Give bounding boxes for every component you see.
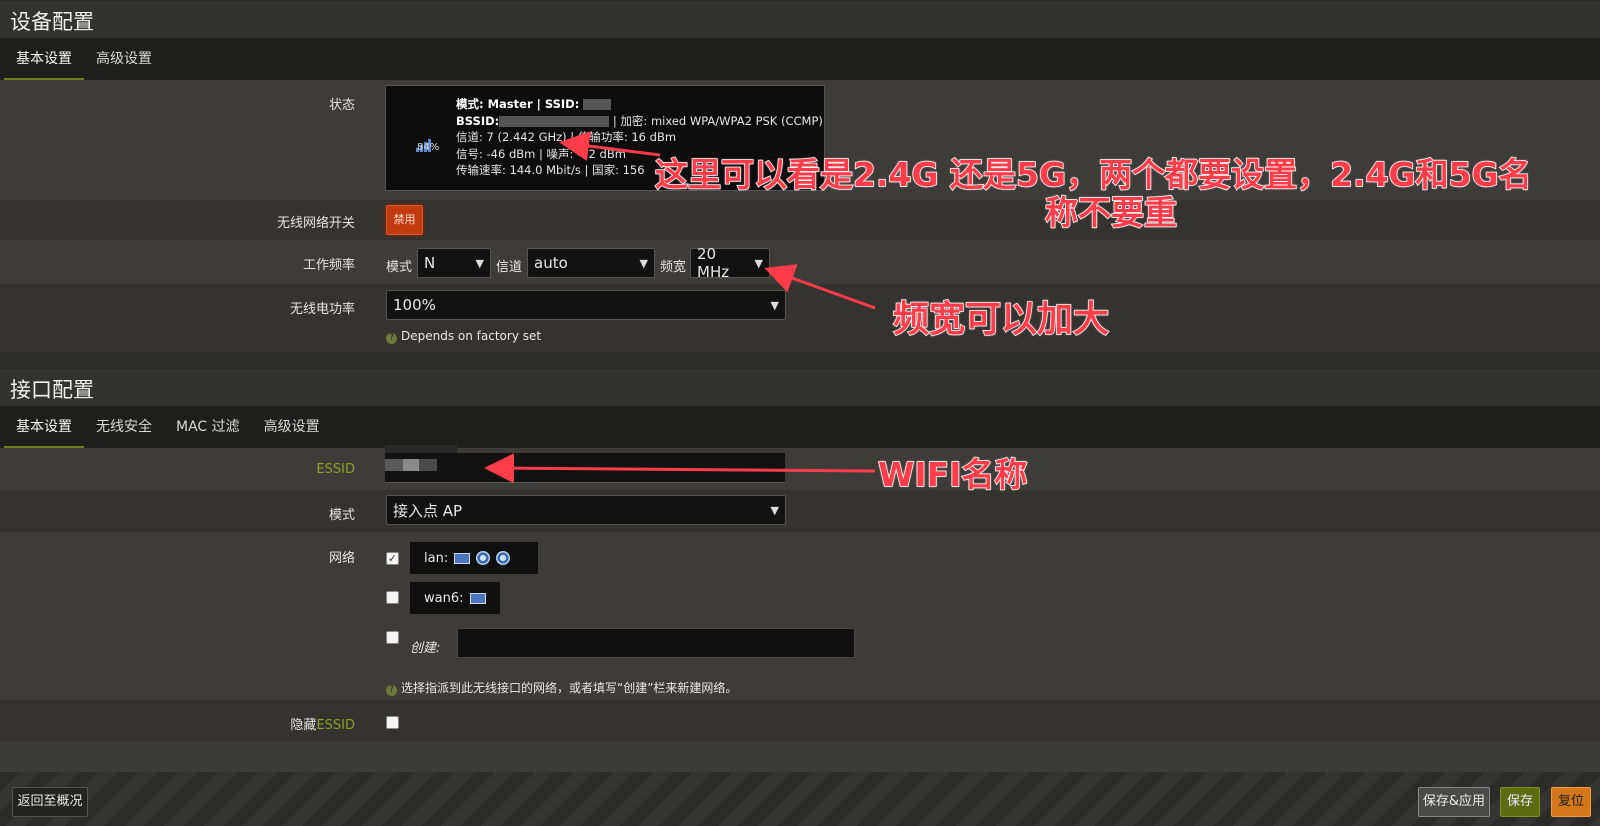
essid-redacted — [385, 445, 457, 475]
back-to-overview-button[interactable]: 返回至概况 — [12, 787, 88, 817]
ethernet-icon — [469, 592, 486, 604]
tx-power-row: 无线电功率 — [0, 284, 1600, 352]
mode-label: 模式 — [386, 260, 413, 275]
wireless-switch-label: 无线网络开关 — [276, 216, 355, 231]
width-label: 频宽 — [660, 260, 687, 275]
lan-checkbox[interactable]: ✓ — [386, 552, 399, 565]
device-config-title: 设备配置 — [0, 0, 1600, 38]
hide-essid-row: 隐藏ESSID — [0, 700, 1600, 742]
status-encryption: | 加密: mixed WPA/WPA2 PSK (CCMP) — [612, 113, 823, 128]
footer-bar: 返回至概况 保存&应用 保存 复位 — [0, 772, 1600, 826]
status-bssid-label: BSSID: — [456, 113, 500, 128]
save-apply-button[interactable]: 保存&应用 — [1418, 787, 1490, 817]
chevron-down-icon: ▼ — [754, 256, 763, 270]
network-row: 网络 — [0, 532, 1600, 700]
status-mode-ssid: 模式: Master | SSID: — [456, 97, 580, 111]
disable-wireless-button[interactable]: 禁用 — [386, 205, 423, 235]
wireless-icon — [476, 551, 491, 565]
hide-essid-label: 隐藏ESSID — [290, 718, 355, 733]
network-help: ? 选择指派到此无线接口的网络，或者填写“创建”栏来新建网络。 — [386, 679, 737, 696]
iface-mode-select[interactable]: 接入点 AP ▼ — [386, 495, 786, 525]
status-channel: 信道: 7 (2.442 GHz) | 传输功率: 16 dBm — [456, 130, 677, 144]
ethernet-icon — [454, 552, 471, 564]
lan-chip[interactable]: lan: — [410, 542, 538, 574]
tab-iface-security[interactable]: 无线安全 — [84, 406, 164, 448]
tx-power-help: ? Depends on factory set — [386, 329, 541, 344]
reset-button[interactable]: 复位 — [1551, 787, 1591, 817]
tab-iface-mac-filter[interactable]: MAC 过滤 — [164, 406, 252, 448]
mode-select[interactable]: N ▼ — [417, 248, 491, 278]
wireless-icon — [496, 551, 511, 565]
chevron-down-icon: ▼ — [770, 298, 779, 312]
signal-percent: 84% — [417, 142, 440, 153]
help-icon: ? — [386, 333, 397, 344]
channel-select[interactable]: auto ▼ — [527, 248, 655, 278]
channel-label: 信道 — [496, 260, 523, 275]
chevron-down-icon: ▼ — [639, 256, 648, 270]
bottom-spacer — [0, 742, 1600, 772]
status-label: 状态 — [328, 98, 355, 113]
tx-power-label: 无线电功率 — [289, 302, 355, 317]
tab-iface-basic[interactable]: 基本设置 — [4, 406, 84, 448]
essid-row: ESSID — [0, 448, 1600, 490]
tab-iface-advanced[interactable]: 高级设置 — [252, 406, 332, 448]
create-checkbox[interactable] — [386, 631, 399, 644]
annotation-band-line2: 称不要重 — [1044, 192, 1178, 233]
interface-config-title: 接口配置 — [0, 368, 1600, 406]
wan6-checkbox[interactable] — [386, 591, 399, 604]
wan6-chip[interactable]: wan6: — [410, 582, 500, 614]
wan6-label: wan6: — [424, 590, 464, 606]
section-divider — [0, 352, 1600, 368]
iface-mode-label: 模式 — [328, 508, 355, 523]
iface-mode-row: 模式 — [0, 490, 1600, 532]
tx-power-select[interactable]: 100% ▼ — [386, 290, 786, 320]
annotation-wifi-name: WIFI名称 — [877, 454, 1028, 495]
chevron-down-icon: ▼ — [475, 256, 484, 270]
hide-essid-checkbox[interactable] — [386, 716, 399, 729]
lan-label: lan: — [424, 550, 449, 566]
annotation-width: 频宽可以加大 — [892, 298, 1110, 341]
wireless-switch-row: 无线网络开关 — [0, 200, 1600, 240]
chevron-down-icon: ▼ — [770, 503, 779, 517]
create-label: 创建: — [410, 641, 441, 656]
frequency-row: 工作频率 — [0, 240, 1600, 284]
device-config-tabs: 基本设置 高级设置 — [0, 38, 1600, 80]
tab-advanced-settings[interactable]: 高级设置 — [84, 38, 164, 80]
help-icon: ? — [386, 685, 397, 696]
essid-label: ESSID — [316, 462, 355, 477]
network-label: 网络 — [328, 551, 355, 566]
frequency-label: 工作频率 — [302, 258, 355, 273]
create-network-input[interactable] — [457, 628, 855, 658]
tab-basic-settings[interactable]: 基本设置 — [4, 38, 84, 80]
save-button[interactable]: 保存 — [1500, 787, 1540, 817]
width-select[interactable]: 20 MHz ▼ — [690, 245, 770, 281]
interface-config-tabs: 基本设置 无线安全 MAC 过滤 高级设置 — [0, 406, 1600, 448]
